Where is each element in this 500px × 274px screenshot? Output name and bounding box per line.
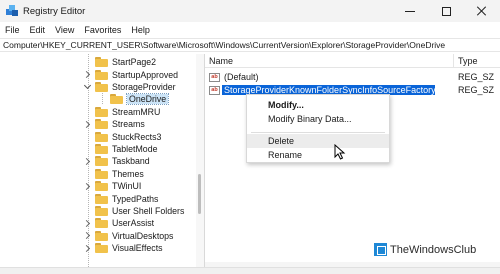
folder-icon bbox=[95, 181, 108, 192]
key-tree-pane[interactable]: StartPage2 StartupApproved StorageProvider… bbox=[0, 54, 200, 267]
folder-icon bbox=[95, 143, 108, 154]
tree-scrollbar[interactable] bbox=[196, 54, 204, 267]
tree-item-label: TabletMode bbox=[112, 143, 158, 154]
folder-icon bbox=[95, 168, 108, 179]
tree-item[interactable]: StorageProvider bbox=[83, 81, 176, 93]
window-title: Registry Editor bbox=[23, 5, 86, 17]
folder-icon bbox=[95, 69, 108, 80]
title-bar: Registry Editor bbox=[0, 0, 500, 22]
tree-item-label: TypedPaths bbox=[112, 193, 159, 204]
address-path: Computer\HKEY_CURRENT_USER\Software\Micr… bbox=[3, 40, 446, 50]
expand-open-chevron-icon[interactable] bbox=[83, 81, 92, 89]
menu-bar: File Edit View Favorites Help bbox=[0, 22, 500, 37]
folder-icon bbox=[95, 193, 108, 204]
folder-icon bbox=[95, 205, 108, 216]
context-menu: Modify... Modify Binary Data... Delete R… bbox=[246, 94, 390, 163]
tree-item-label: StartupApproved bbox=[112, 69, 179, 80]
close-icon bbox=[477, 6, 487, 16]
maximize-icon bbox=[441, 6, 451, 16]
column-header: Name Type bbox=[205, 54, 500, 68]
tree-item[interactable]: Taskband bbox=[82, 155, 150, 167]
column-header-type[interactable]: Type bbox=[458, 56, 478, 66]
tree-item[interactable]: OneDrive bbox=[110, 93, 170, 106]
tree-item[interactable]: VirtualDesktops bbox=[82, 230, 174, 242]
menu-favorites[interactable]: Favorites bbox=[79, 25, 126, 35]
tree-item-label: OneDrive bbox=[125, 93, 170, 106]
folder-icon bbox=[95, 81, 108, 92]
watermark-text: TheWindowsClub bbox=[390, 243, 477, 256]
minimize-icon bbox=[405, 10, 415, 12]
watermark-logo-icon bbox=[374, 243, 387, 256]
value-name: (Default) bbox=[224, 72, 259, 82]
tree-item[interactable]: StuckRects3 bbox=[95, 130, 161, 142]
folder-icon bbox=[95, 156, 108, 167]
close-button[interactable] bbox=[464, 0, 500, 22]
status-bar bbox=[0, 267, 500, 274]
tree-item-label: User Shell Folders bbox=[112, 205, 185, 216]
tree-item-label: StartPage2 bbox=[112, 57, 157, 68]
folder-icon bbox=[95, 218, 108, 229]
tree-item[interactable]: Streams bbox=[82, 118, 145, 130]
column-divider[interactable] bbox=[453, 54, 454, 68]
tree-item-label: TWinUI bbox=[112, 181, 142, 192]
tree-scrollbar-thumb[interactable] bbox=[198, 174, 201, 214]
tree-item-label: Themes bbox=[112, 168, 144, 179]
tree-item-label: VisualEffects bbox=[112, 243, 163, 254]
folder-icon bbox=[95, 119, 108, 130]
string-value-icon: ab bbox=[209, 86, 220, 95]
tree-item[interactable]: TWinUI bbox=[82, 180, 142, 192]
folder-icon bbox=[95, 57, 108, 68]
tree-item[interactable]: TypedPaths bbox=[95, 192, 158, 204]
menu-file[interactable]: File bbox=[0, 25, 25, 35]
tree-item-label: Streams bbox=[112, 119, 145, 130]
value-type: REG_SZ bbox=[458, 85, 495, 95]
tree-item-label: StuckRects3 bbox=[112, 131, 162, 142]
column-header-name[interactable]: Name bbox=[209, 56, 233, 66]
watermark: TheWindowsClub bbox=[374, 243, 476, 256]
tree-item-label: Taskband bbox=[112, 156, 150, 167]
folder-icon bbox=[95, 106, 108, 117]
tree-item-label: StreamMRU bbox=[112, 106, 161, 117]
string-value-icon: ab bbox=[209, 73, 220, 82]
window-controls bbox=[392, 0, 500, 22]
registry-editor-icon bbox=[6, 5, 18, 17]
value-type: REG_SZ bbox=[458, 72, 495, 82]
folder-icon bbox=[95, 243, 108, 254]
minimize-button[interactable] bbox=[392, 0, 428, 22]
folder-icon bbox=[110, 94, 123, 105]
tree-item[interactable]: StreamMRU bbox=[95, 106, 160, 118]
menu-separator bbox=[251, 132, 385, 133]
menu-item-delete[interactable]: Delete bbox=[247, 134, 389, 148]
menu-help[interactable]: Help bbox=[126, 25, 155, 35]
folder-icon bbox=[95, 230, 108, 241]
address-bar[interactable]: Computer\HKEY_CURRENT_USER\Software\Micr… bbox=[0, 38, 500, 52]
tree-item-label: VirtualDesktops bbox=[112, 230, 174, 241]
tree-item[interactable]: StartPage2 bbox=[95, 56, 156, 68]
tree-item-label: StorageProvider bbox=[112, 81, 176, 92]
mouse-cursor-icon bbox=[334, 144, 346, 160]
tree-item[interactable]: VisualEffects bbox=[82, 242, 163, 254]
tree-item-label: UserAssist bbox=[112, 218, 155, 229]
menu-view[interactable]: View bbox=[50, 25, 79, 35]
menu-edit[interactable]: Edit bbox=[25, 25, 51, 35]
maximize-button[interactable] bbox=[428, 0, 464, 22]
menu-item-rename[interactable]: Rename bbox=[247, 148, 389, 162]
tree-item[interactable]: UserAssist bbox=[82, 217, 155, 229]
folder-icon bbox=[95, 131, 108, 142]
menu-item-modify-binary-data[interactable]: Modify Binary Data... bbox=[247, 112, 389, 126]
menu-item-modify[interactable]: Modify... bbox=[247, 98, 389, 112]
tree-item[interactable]: StartupApproved bbox=[82, 68, 179, 80]
value-row[interactable]: ab (Default) REG_SZ bbox=[205, 71, 500, 84]
tree-item[interactable]: Themes bbox=[95, 168, 144, 180]
tree-item[interactable]: TabletMode bbox=[95, 143, 157, 155]
tree-item[interactable]: User Shell Folders bbox=[95, 205, 184, 217]
